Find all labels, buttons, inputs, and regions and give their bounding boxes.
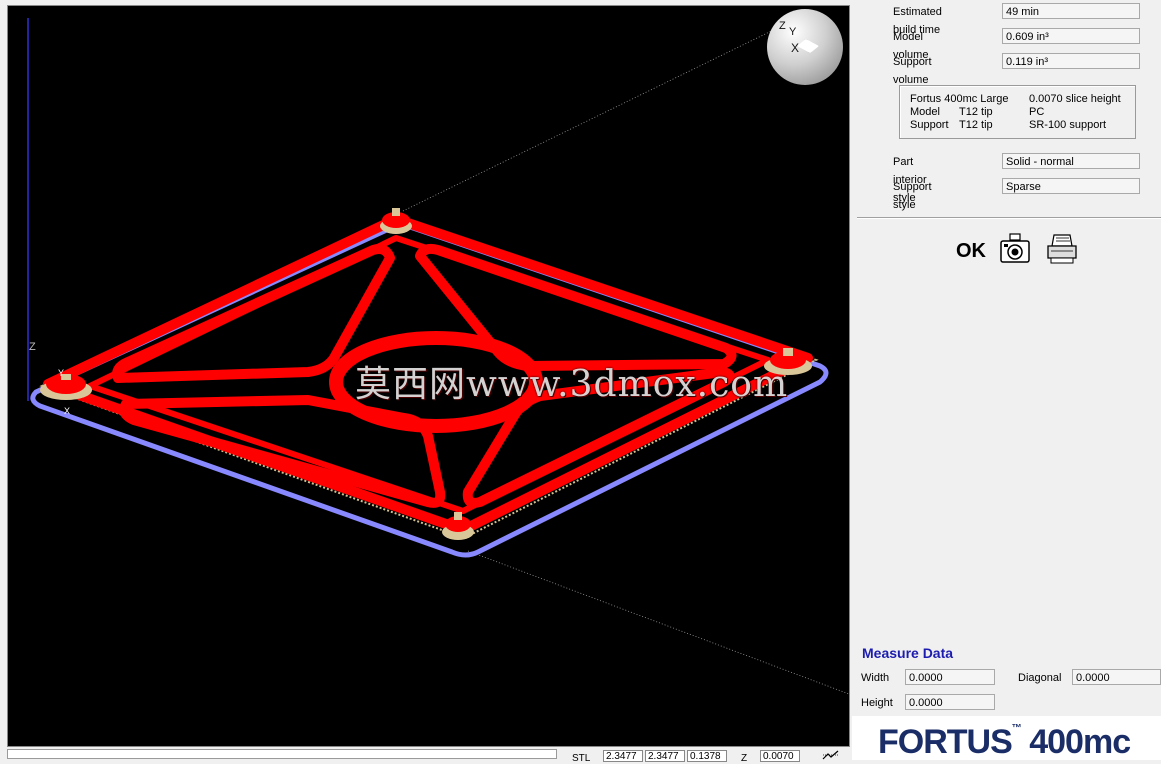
machine-name: Fortus 400mc Large [910, 93, 1009, 105]
printer-icon [1047, 234, 1077, 264]
camera-icon [1000, 233, 1030, 263]
support-style-label: Support style [893, 181, 932, 211]
height-field: 0.0000 [905, 694, 995, 710]
model-viewport[interactable]: Y X Z 莫西网www.3dmox.com Z Y X [7, 5, 850, 747]
stl-z-field: 0.1378 [687, 750, 727, 762]
stl-x-field: 2.3477 [603, 750, 643, 762]
slice-height: 0.0070 slice height [1029, 93, 1121, 105]
support-label: Support [910, 119, 949, 131]
z-axis-label: Z [29, 341, 36, 353]
watermark-text: 莫西网www.3dmox.com [355, 364, 789, 405]
view-cube-x: X [791, 41, 800, 55]
support-material: SR-100 support [1029, 119, 1107, 131]
support-volume-label: Support volume [893, 56, 932, 86]
support-style-field: Sparse [1002, 178, 1140, 194]
part-interior-field: Solid - normal [1002, 153, 1140, 169]
fortus-logo: FORTUS™ 400mc [852, 716, 1161, 761]
z-slice-label: Z [741, 753, 748, 764]
machine-info-box: Fortus 400mc Large 0.0070 slice height M… [899, 85, 1136, 139]
measure-data-title: Measure Data [862, 645, 954, 661]
corner-axis-y: Y [58, 368, 64, 378]
view-cube-face[interactable] [797, 39, 819, 53]
width-label: Width [861, 672, 890, 684]
model-tip: T12 tip [959, 106, 993, 118]
model-material: PC [1029, 106, 1045, 118]
stl-label: STL [572, 753, 591, 764]
build-time-field: 49 min [1002, 3, 1140, 19]
diagonal-label: Diagonal [1018, 672, 1062, 684]
view-cube-y: Y [789, 26, 797, 38]
build-info-panel: Estimated build time 49 min Model volume… [852, 0, 1161, 761]
logo-model: 400mc [1029, 723, 1131, 761]
status-bar: STL 2.3477 2.3477 0.1378 Z 0.0070 [0, 748, 852, 764]
boss-top [380, 208, 412, 234]
support-volume-field: 0.119 in³ [1002, 53, 1140, 69]
progress-bar [7, 749, 557, 759]
stl-y-field: 2.3477 [645, 750, 685, 762]
ok-button[interactable]: OK [954, 237, 988, 265]
envelope-line-top [402, 17, 799, 212]
curve-icon[interactable] [822, 750, 840, 760]
height-label: Height [861, 697, 893, 709]
view-cube-z: Z [779, 20, 786, 32]
model-label: Model [910, 106, 940, 118]
pocket-top-right [415, 243, 737, 371]
print-button[interactable] [1045, 232, 1079, 266]
boss-left [40, 374, 92, 400]
support-tip: T12 tip [959, 119, 993, 131]
corner-axis-x: X [64, 406, 70, 416]
view-cube[interactable]: Z Y X [767, 9, 843, 85]
camera-button[interactable] [998, 232, 1032, 266]
z-slice-field: 0.0070 [760, 750, 800, 762]
model-volume-field: 0.609 in³ [1002, 28, 1140, 44]
envelope-line-bottom [467, 550, 849, 695]
boss-bottom [442, 512, 474, 540]
logo-brand: FORTUS [878, 723, 1013, 761]
width-field: 0.0000 [905, 669, 995, 685]
diagonal-field: 0.0000 [1072, 669, 1161, 685]
panel-separator [857, 217, 1161, 219]
